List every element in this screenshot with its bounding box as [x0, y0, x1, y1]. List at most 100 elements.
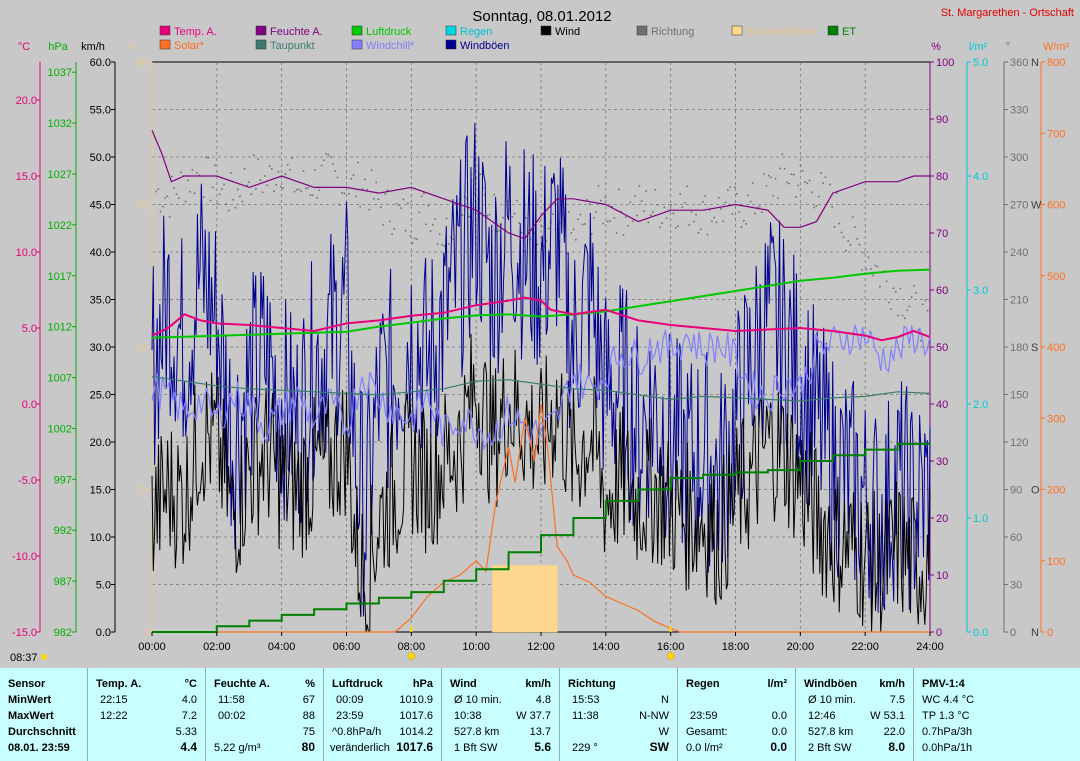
direction-point: [888, 301, 890, 304]
direction-point: [740, 226, 743, 228]
axis-tick-label-wind: 25.0: [90, 390, 111, 402]
direction-point: [434, 218, 436, 220]
direction-point: [314, 169, 316, 171]
direction-point: [874, 264, 877, 267]
direction-point: [373, 198, 375, 200]
axis-tick-label-rain: 1.0: [973, 513, 988, 525]
direction-point: [627, 224, 629, 227]
axis-tick-label-sun: 15: [136, 485, 148, 497]
axis-tick-label-direction: 360: [1010, 57, 1028, 69]
press-unit: hPa: [412, 678, 433, 690]
gust-max-time: 12:46: [808, 710, 836, 722]
direction-point: [606, 220, 609, 223]
x-tick-label: 18:00: [722, 641, 750, 653]
direction-point: [736, 193, 738, 195]
direction-point: [674, 226, 677, 229]
x-tick-label: 20:00: [787, 641, 815, 653]
row-label-avg: Durchschnitt: [8, 726, 76, 738]
direction-point: [211, 186, 214, 189]
direction-point: [890, 308, 893, 310]
dir-min-time: 15:53: [572, 694, 600, 706]
direction-point: [842, 236, 845, 238]
sunrise-icon: [41, 654, 47, 660]
row-label-sensor: Sensor: [8, 678, 46, 690]
temp-min-time: 22:15: [100, 694, 128, 706]
direction-point: [236, 188, 239, 191]
direction-point: [779, 167, 781, 170]
legend: Temp. A. Feuchte A. Luftdruck Regen Wind Rich…: [159, 25, 856, 52]
direction-point: [264, 175, 266, 177]
direction-point: [695, 213, 697, 216]
x-tick-label: 02:00: [203, 641, 231, 653]
axis-tick-label-wind: 10.0: [90, 532, 111, 544]
x-tick-label: 24:00: [916, 641, 944, 653]
x-tick-label: 14:00: [592, 641, 620, 653]
direction-point: [658, 226, 661, 229]
wind-avg: 13.7: [529, 726, 551, 738]
direction-point: [776, 197, 779, 199]
direction-point: [929, 317, 931, 320]
legend-swatch: [255, 25, 267, 36]
direction-point: [336, 176, 339, 179]
direction-point: [497, 230, 500, 232]
stats-col-gust: Windböen km/h Ø 10 min. 7.5 12:46 W 53.1…: [796, 668, 914, 761]
axis-tick-label-pressure: 1027: [48, 169, 72, 181]
hum-min-time: 11:58: [218, 694, 245, 706]
direction-point: [187, 179, 189, 182]
direction-point: [804, 181, 806, 183]
direction-point: [404, 229, 407, 232]
axis-tick-label-wind: 20.0: [90, 437, 111, 449]
direction-point: [432, 223, 434, 226]
stats-col-wind: Wind km/h Ø 10 min. 4.8 10:38 W 37.7 527…: [442, 668, 560, 761]
direction-point: [502, 216, 505, 219]
pmv-trend-1h: 0.0hPa/1h: [922, 742, 973, 754]
compass-label: N: [1031, 627, 1039, 639]
direction-point: [622, 234, 625, 236]
axis-tick-label-solar: 800: [1047, 57, 1065, 69]
direction-point: [738, 211, 741, 213]
axis-unit-sun: h: [129, 41, 135, 53]
direction-point: [427, 204, 430, 207]
direction-point: [447, 243, 450, 245]
axis-tick-label-wind: 50.0: [90, 152, 111, 164]
axis-tick-label-temp: -5.0: [18, 475, 37, 487]
direction-point: [191, 169, 194, 171]
direction-point: [391, 233, 393, 235]
legend-swatch: [731, 25, 743, 36]
axis-tick-label-direction: 60: [1010, 532, 1022, 544]
direction-point: [758, 206, 761, 208]
axis-unit-direction: °: [1006, 41, 1010, 53]
axis-tick-label-rain: 5.0: [973, 57, 988, 69]
wind-current: 5.6: [534, 740, 551, 754]
axis-tick-label-temp: 15.0: [16, 171, 37, 183]
sunset-icon: [666, 652, 675, 660]
axis-tick-label-temp: 20.0: [16, 95, 37, 107]
legend-label: Windchill*: [366, 40, 415, 52]
direction-point: [364, 178, 366, 181]
legend-swatch: [636, 25, 648, 36]
direction-point: [305, 187, 307, 190]
gust-distance: 527.8 km: [808, 726, 854, 738]
direction-point: [239, 195, 241, 198]
rain-max: 0.0: [771, 710, 787, 722]
hum-min: 67: [302, 694, 315, 706]
direction-point: [516, 199, 518, 202]
direction-point: [218, 193, 221, 196]
direction-point: [876, 265, 879, 268]
direction-point: [806, 182, 809, 185]
temp-unit: °C: [184, 678, 197, 690]
direction-point: [248, 181, 250, 183]
legend-swatch: [159, 39, 171, 50]
axis-tick-label-direction: 210: [1010, 295, 1028, 307]
direction-point: [788, 182, 790, 185]
direction-point: [801, 169, 804, 172]
direction-point: [901, 314, 904, 317]
direction-point: [416, 238, 418, 240]
direction-point: [202, 196, 205, 199]
axis-tick-label-temp: -15.0: [12, 627, 37, 639]
axis-tick-label-rain: 4.0: [973, 171, 988, 183]
axis-tick-label-direction: 240: [1010, 247, 1028, 259]
direction-point: [665, 217, 668, 219]
direction-point: [291, 157, 293, 160]
direction-point: [443, 245, 446, 247]
